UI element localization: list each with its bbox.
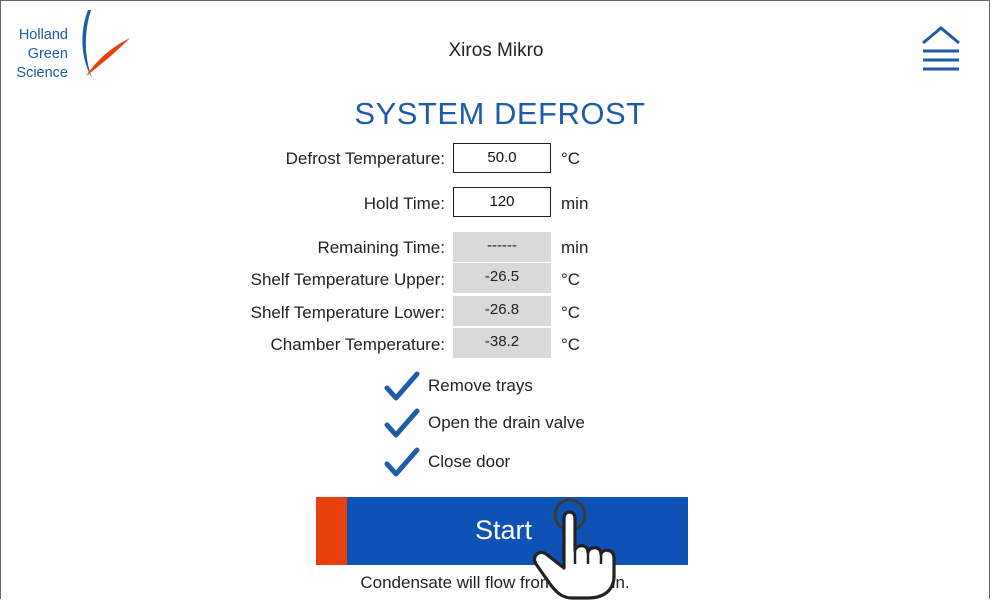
shelf-temp-lower-unit: °C xyxy=(561,303,581,322)
remaining-time-label: Remaining Time: xyxy=(317,238,445,257)
condensate-hint: Condensate will flow from the drain. xyxy=(360,573,630,592)
shelf-temp-upper-label: Shelf Temperature Upper: xyxy=(250,270,445,289)
defrost-temperature-input[interactable]: 50.0 xyxy=(453,143,551,173)
menu-button[interactable] xyxy=(918,24,964,82)
checkmark-icon xyxy=(384,447,420,477)
chamber-temp-label: Chamber Temperature: xyxy=(270,335,446,354)
chevron-up-menu-icon xyxy=(922,26,960,71)
defrost-temperature-label: Defrost Temperature: xyxy=(285,149,445,168)
page-title: SYSTEM DEFROST xyxy=(354,96,646,131)
defrost-temperature-unit: °C xyxy=(561,149,581,168)
shelf-temp-lower-value: -26.8 xyxy=(453,296,551,326)
checkmark-icon xyxy=(384,408,420,438)
hold-time-input[interactable]: 120 xyxy=(453,187,551,217)
chamber-temp-value: -38.2 xyxy=(453,328,551,358)
remaining-time-unit: min xyxy=(561,238,589,257)
shelf-temp-upper-unit: °C xyxy=(561,270,581,289)
start-button-label: Start xyxy=(474,515,533,545)
app-title: Xiros Mikro xyxy=(448,40,544,61)
hold-time-label: Hold Time: xyxy=(363,194,445,213)
checklist-label: Remove trays xyxy=(428,376,533,395)
shelf-temp-upper-value: -26.5 xyxy=(453,263,551,293)
remaining-time-value: ------ xyxy=(453,232,551,262)
start-button[interactable]: Start xyxy=(316,497,688,565)
chamber-temp-unit: °C xyxy=(561,335,581,354)
checkmark-icon xyxy=(384,371,420,401)
hold-time-unit: min xyxy=(561,194,589,213)
shelf-temp-lower-label: Shelf Temperature Lower: xyxy=(250,303,445,322)
checklist-label: Close door xyxy=(428,452,511,471)
checklist-label: Open the drain valve xyxy=(428,413,585,432)
